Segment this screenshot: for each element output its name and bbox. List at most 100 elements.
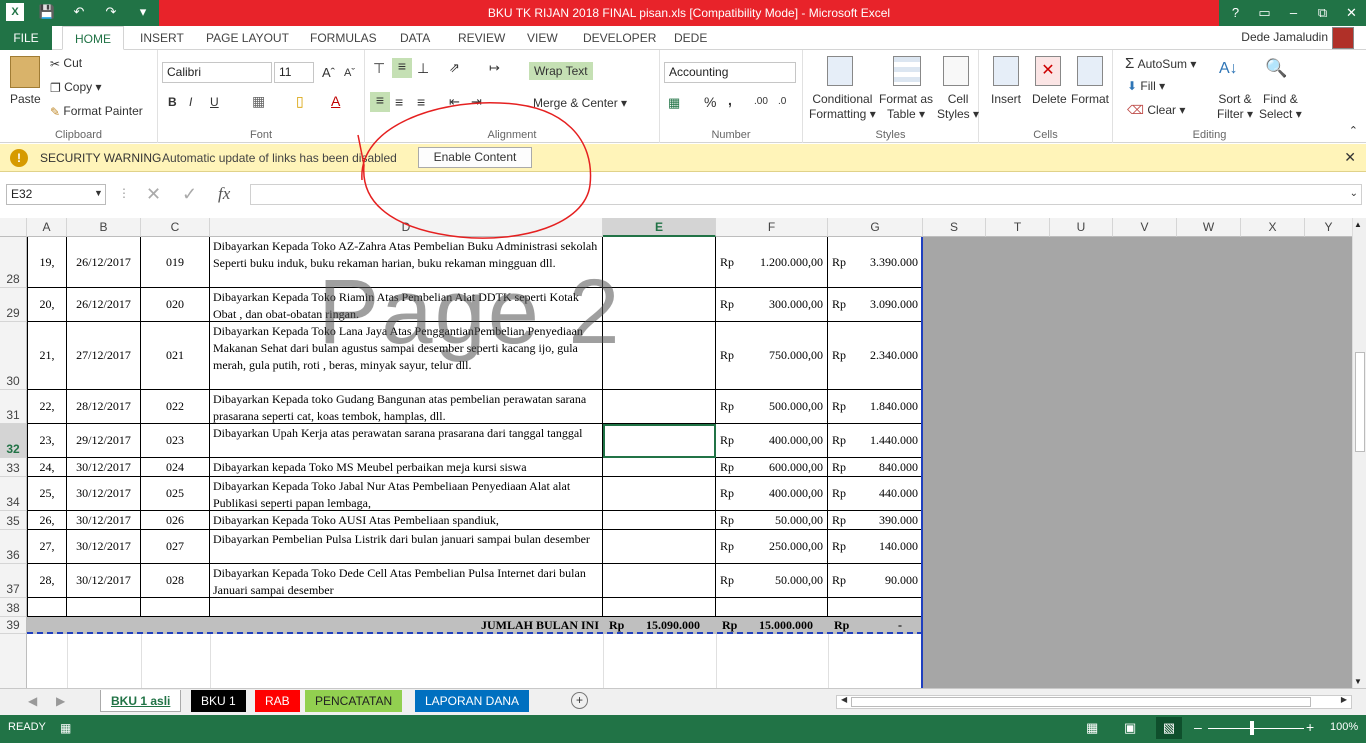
format-painter-button[interactable]: Format Painter	[63, 104, 142, 118]
cell-d31[interactable]: Dibayarkan Kepada toko Gudang Bangunan a…	[210, 390, 603, 424]
cell-d37[interactable]: Dibayarkan Kepada Toko Dede Cell Atas Pe…	[210, 564, 603, 598]
column-header-x[interactable]: X	[1241, 218, 1305, 237]
fill-color-icon[interactable]: ▯	[296, 93, 304, 110]
new-sheet-icon[interactable]: +	[571, 692, 588, 709]
align-center-icon[interactable]: ≡	[395, 94, 403, 110]
format-as-table-button[interactable]: Format as Table ▾	[879, 92, 933, 122]
name-box-dropdown-icon[interactable]: ▼	[94, 188, 103, 198]
cell-b35[interactable]: 30/12/2017	[67, 511, 141, 530]
cell-c33[interactable]: 024	[141, 458, 210, 477]
cell-b31[interactable]: 28/12/2017	[67, 390, 141, 424]
cell-b34[interactable]: 30/12/2017	[67, 477, 141, 511]
column-header-e[interactable]: E	[603, 218, 716, 237]
cell-a37[interactable]: 28,	[27, 564, 67, 598]
cell-g38[interactable]	[828, 598, 923, 617]
decrease-indent-icon[interactable]: ⇤	[449, 94, 460, 110]
cell-b36[interactable]: 30/12/2017	[67, 530, 141, 564]
row-header[interactable]: 38	[0, 598, 27, 617]
cell-c38[interactable]	[141, 598, 210, 617]
cell-d36[interactable]: Dibayarkan Pembelian Pulsa Listrik dari …	[210, 530, 603, 564]
cell-b30[interactable]: 27/12/2017	[67, 322, 141, 390]
page-break-view-icon[interactable]: ▧	[1156, 717, 1182, 739]
format-cells-button[interactable]: Format	[1071, 92, 1109, 106]
font-size-select[interactable]: 11	[274, 62, 314, 83]
wrap-text-button[interactable]: Wrap Text	[529, 62, 593, 80]
scroll-up-icon[interactable]: ▲	[1354, 220, 1362, 229]
cell-d32[interactable]: Dibayarkan Upah Kerja atas perawatan sar…	[210, 424, 603, 458]
cell-g34[interactable]: Rp 440.000	[828, 477, 923, 511]
cell-a35[interactable]: 26,	[27, 511, 67, 530]
align-left-icon[interactable]: ≡	[370, 92, 390, 112]
ribbon-display-icon[interactable]: ▭	[1250, 0, 1279, 26]
cell-e29[interactable]	[603, 288, 716, 322]
cell-a34[interactable]: 25,	[27, 477, 67, 511]
cell-f29[interactable]: Rp 300.000,00	[716, 288, 828, 322]
shrink-font-icon[interactable]: Aˇ	[344, 67, 355, 79]
zoom-out-icon[interactable]: –	[1194, 719, 1202, 735]
cell-f34[interactable]: Rp 400.000,00	[716, 477, 828, 511]
tab-formulas[interactable]: FORMULAS	[310, 26, 377, 50]
row-header[interactable]: 29	[0, 288, 27, 322]
page-layout-view-icon[interactable]: ▣	[1124, 720, 1136, 736]
cell-d38[interactable]	[210, 598, 603, 617]
row-header[interactable]: 33	[0, 458, 27, 477]
insert-cells-button[interactable]: Insert	[991, 92, 1021, 106]
row-header[interactable]: 35	[0, 511, 27, 530]
middle-align-icon[interactable]: ≡	[392, 58, 412, 78]
find-select-button[interactable]: Find & Select ▾	[1259, 92, 1302, 122]
cell-d30[interactable]: Dibayarkan Kepada Toko Lana Jaya Atas Pe…	[210, 322, 603, 390]
orientation-icon[interactable]: ⇗	[449, 60, 460, 76]
sheet-tab-bku-1-asli[interactable]: BKU 1 asli	[100, 690, 182, 712]
fill-button[interactable]: Fill	[1140, 79, 1155, 93]
cell-d35[interactable]: Dibayarkan Kepada Toko AUSI Atas Pembeli…	[210, 511, 603, 530]
column-header-g[interactable]: G	[828, 218, 923, 237]
align-right-icon[interactable]: ≡	[417, 94, 425, 110]
vertical-scroll-thumb[interactable]	[1355, 352, 1365, 452]
row-header[interactable]: 30	[0, 322, 27, 390]
decrease-decimal-icon[interactable]: .0	[778, 96, 786, 107]
expand-formula-icon[interactable]: ⌄	[1350, 188, 1358, 199]
cell-c28[interactable]: 019	[141, 237, 210, 288]
cell-a31[interactable]: 22,	[27, 390, 67, 424]
font-color-icon[interactable]: A	[331, 93, 340, 109]
cell-g28[interactable]: Rp 3.390.000	[828, 237, 923, 288]
sort-filter-button[interactable]: Sort & Filter ▾	[1217, 92, 1253, 122]
cell-e28[interactable]	[603, 237, 716, 288]
cell-b33[interactable]: 30/12/2017	[67, 458, 141, 477]
grow-font-icon[interactable]: Aˆ	[322, 65, 335, 80]
cell-a28[interactable]: 19,	[27, 237, 67, 288]
increase-decimal-icon[interactable]: .00	[754, 96, 768, 107]
cell-e38[interactable]	[603, 598, 716, 617]
cell-g37[interactable]: Rp 90.000	[828, 564, 923, 598]
column-header-d[interactable]: D	[210, 218, 603, 237]
sheet-tab-pencatatan[interactable]: PENCATATAN	[305, 690, 403, 712]
autosum-button[interactable]: AutoSum	[1138, 57, 1187, 71]
cell-e35[interactable]	[603, 511, 716, 530]
cell-f30[interactable]: Rp 750.000,00	[716, 322, 828, 390]
row-header-empty[interactable]	[0, 634, 27, 688]
name-box[interactable]: E32	[6, 184, 106, 205]
customize-qat-icon[interactable]: ▾	[134, 3, 152, 21]
font-name-select[interactable]: Calibri	[162, 62, 272, 83]
delete-cells-button[interactable]: Delete	[1032, 92, 1067, 106]
cell-c34[interactable]: 025	[141, 477, 210, 511]
cell-g32[interactable]: Rp 1.440.000	[828, 424, 923, 458]
increase-indent-icon[interactable]: ⇥	[471, 94, 482, 110]
row-header[interactable]: 37	[0, 564, 27, 598]
percent-button[interactable]: %	[704, 94, 716, 110]
top-align-icon[interactable]: ⊤	[373, 60, 385, 77]
cell-d28[interactable]: Dibayarkan Kepada Toko AZ-Zahra Atas Pem…	[210, 237, 603, 288]
close-icon[interactable]: ✕	[1337, 0, 1366, 26]
cell-b37[interactable]: 30/12/2017	[67, 564, 141, 598]
bold-button[interactable]: B	[168, 95, 177, 109]
horizontal-scrollbar[interactable]: ◀ ▶	[836, 695, 1352, 709]
tab-review[interactable]: REVIEW	[458, 26, 505, 50]
cell-e33[interactable]	[603, 458, 716, 477]
tab-home[interactable]: HOME	[62, 26, 124, 50]
zoom-slider[interactable]	[1208, 728, 1304, 729]
row-header[interactable]: 34	[0, 477, 27, 511]
minimize-icon[interactable]: –	[1279, 0, 1308, 26]
scroll-down-icon[interactable]: ▼	[1354, 677, 1362, 686]
paste-icon[interactable]	[10, 56, 40, 88]
cell-b38[interactable]	[67, 598, 141, 617]
